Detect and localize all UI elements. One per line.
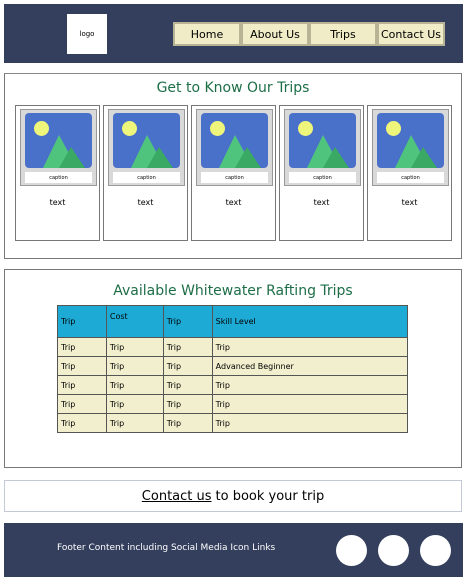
table-cell: Trip bbox=[162, 413, 213, 433]
trip-card[interactable]: caption text bbox=[103, 105, 188, 241]
card-caption: caption bbox=[25, 172, 92, 183]
table-cell: Trip bbox=[57, 413, 107, 433]
card-text: text bbox=[225, 198, 242, 207]
image-placeholder: caption bbox=[284, 109, 361, 186]
trips-table: Trip Cost Trip Skill Level Trip Trip Tri… bbox=[57, 305, 409, 433]
table-cell: Trip bbox=[105, 413, 164, 433]
site-footer: Footer Content including Social Media Ic… bbox=[4, 523, 463, 577]
social-icon[interactable] bbox=[420, 535, 451, 566]
table-header-row: Trip Cost Trip Skill Level bbox=[57, 305, 409, 338]
image-placeholder: caption bbox=[108, 109, 185, 186]
card-text: text bbox=[313, 198, 330, 207]
footer-text: Footer Content including Social Media Ic… bbox=[57, 543, 276, 553]
table-cell: Trip bbox=[162, 356, 213, 376]
table-cell: Trip bbox=[105, 356, 164, 376]
nav-about-us[interactable]: About Us bbox=[241, 22, 309, 46]
nav-contact-us[interactable]: Contact Us bbox=[377, 22, 445, 46]
main-nav: Home About Us Trips Contact Us bbox=[173, 22, 445, 46]
table-cell: Trip bbox=[211, 375, 409, 395]
header-trip: Trip bbox=[57, 305, 107, 338]
table-cell: Trip bbox=[162, 394, 213, 414]
social-icon[interactable] bbox=[336, 535, 367, 566]
table-cell: Trip bbox=[162, 375, 213, 395]
image-icon bbox=[201, 113, 268, 168]
table-row: Trip Trip Trip Advanced Beginner bbox=[57, 356, 409, 376]
image-icon bbox=[25, 113, 92, 168]
table-cell: Trip bbox=[105, 394, 164, 414]
image-icon bbox=[289, 113, 356, 168]
image-placeholder: caption bbox=[20, 109, 97, 186]
card-caption: caption bbox=[113, 172, 180, 183]
table-cell: Trip bbox=[211, 337, 409, 357]
table-cell: Trip bbox=[162, 337, 213, 357]
image-placeholder: caption bbox=[196, 109, 273, 186]
trips-title: Get to Know Our Trips bbox=[156, 80, 310, 96]
card-text: text bbox=[137, 198, 154, 207]
table-row: Trip Trip Trip Trip bbox=[57, 375, 409, 395]
trip-card[interactable]: caption text bbox=[367, 105, 452, 241]
header-cost: Cost bbox=[105, 305, 164, 338]
header-skill-level: Skill Level bbox=[211, 305, 409, 338]
card-text: text bbox=[49, 198, 66, 207]
site-header: logo Home About Us Trips Contact Us bbox=[4, 4, 463, 63]
table-cell: Trip bbox=[105, 337, 164, 357]
table-row: Trip Trip Trip Trip bbox=[57, 337, 409, 357]
card-caption: caption bbox=[201, 172, 268, 183]
contact-text: to book your trip bbox=[215, 488, 325, 504]
table-cell: Advanced Beginner bbox=[211, 356, 409, 376]
social-icon[interactable] bbox=[378, 535, 409, 566]
trip-card[interactable]: caption text bbox=[15, 105, 100, 241]
table-row: Trip Trip Trip Trip bbox=[57, 394, 409, 414]
trip-card[interactable]: caption text bbox=[191, 105, 276, 241]
nav-trips[interactable]: Trips bbox=[309, 22, 377, 46]
logo-text: logo bbox=[79, 30, 95, 38]
mountain-icon bbox=[307, 135, 349, 168]
mountain-icon bbox=[43, 135, 85, 168]
image-icon bbox=[113, 113, 180, 168]
available-trips-title: Available Whitewater Rafting Trips bbox=[113, 283, 353, 299]
table-cell: Trip bbox=[105, 375, 164, 395]
image-icon bbox=[377, 113, 444, 168]
mountain-icon bbox=[395, 135, 437, 168]
logo[interactable]: logo bbox=[67, 14, 107, 54]
available-trips-section: Available Whitewater Rafting Trips Trip … bbox=[4, 269, 462, 468]
nav-home[interactable]: Home bbox=[173, 22, 241, 46]
table-cell: Trip bbox=[57, 394, 107, 414]
table-cell: Trip bbox=[211, 413, 409, 433]
contact-banner: Contact us to book your trip bbox=[4, 480, 462, 512]
card-caption: caption bbox=[289, 172, 356, 183]
trips-section: Get to Know Our Trips caption text capti… bbox=[4, 73, 462, 259]
mountain-icon bbox=[219, 135, 261, 168]
header-trip-2: Trip bbox=[162, 305, 213, 338]
trip-card[interactable]: caption text bbox=[279, 105, 364, 241]
card-caption: caption bbox=[377, 172, 444, 183]
image-placeholder: caption bbox=[372, 109, 449, 186]
mountain-icon bbox=[131, 135, 173, 168]
contact-us-link[interactable]: Contact us bbox=[142, 489, 212, 504]
table-row: Trip Trip Trip Trip bbox=[57, 413, 409, 433]
table-cell: Trip bbox=[57, 375, 107, 395]
trip-cards: caption text caption text caption text c… bbox=[15, 105, 455, 241]
table-cell: Trip bbox=[211, 394, 409, 414]
table-cell: Trip bbox=[57, 356, 107, 376]
card-text: text bbox=[401, 198, 418, 207]
table-cell: Trip bbox=[57, 337, 107, 357]
